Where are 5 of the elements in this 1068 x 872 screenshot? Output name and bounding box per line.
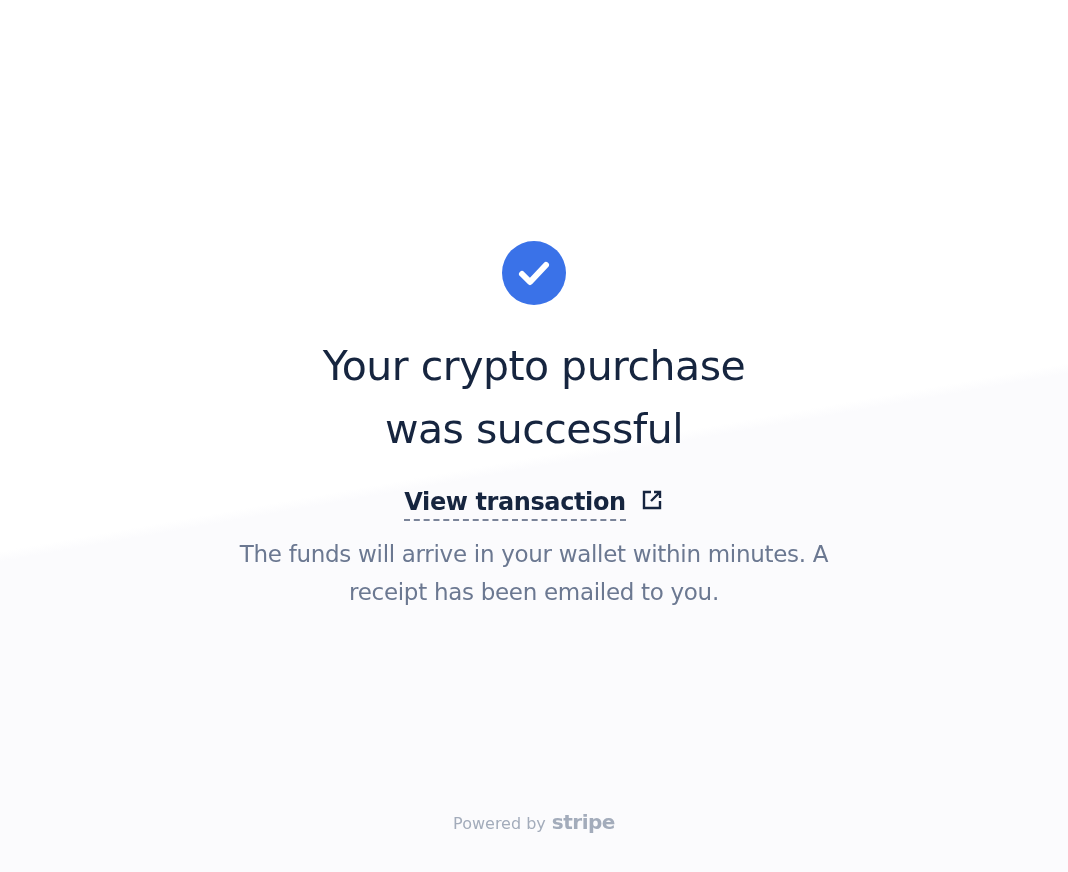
confirmation-message: The funds will arrive in your wallet within minutes. A receipt has been emailed to you. xyxy=(238,540,830,607)
view-transaction-link[interactable]: View transaction xyxy=(404,487,626,521)
success-title: Your crypto purchase was successful xyxy=(321,341,747,455)
checkmark-icon xyxy=(502,241,566,305)
powered-by-text: Powered by xyxy=(453,814,546,833)
